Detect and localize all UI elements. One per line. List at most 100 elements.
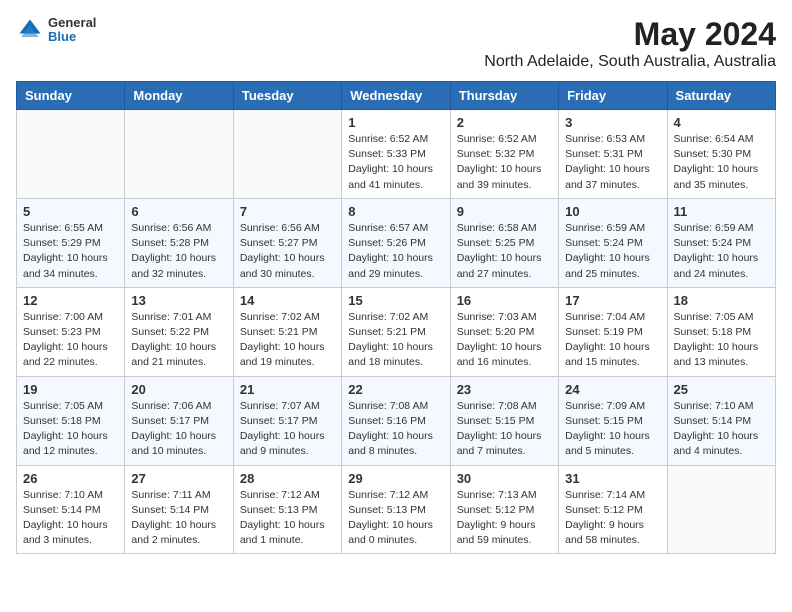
day-content: Sunrise: 7:11 AMSunset: 5:14 PMDaylight:… [131, 488, 226, 549]
day-header-wednesday: Wednesday [342, 82, 450, 110]
calendar-cell: 29 Sunrise: 7:12 AMSunset: 5:13 PMDayligh… [342, 465, 450, 554]
day-info-line: Daylight: 9 hours [457, 519, 536, 531]
day-info-line: Sunset: 5:13 PM [348, 504, 426, 516]
day-info-line: Sunset: 5:15 PM [565, 415, 643, 427]
day-content: Sunrise: 6:52 AMSunset: 5:33 PMDaylight:… [348, 132, 443, 193]
day-content: Sunrise: 7:02 AMSunset: 5:21 PMDaylight:… [240, 310, 335, 371]
day-info-line: and 7 minutes. [457, 445, 526, 457]
day-info-line: Sunrise: 6:55 AM [23, 222, 103, 234]
day-info-line: and 39 minutes. [457, 179, 532, 191]
day-info-line: and 3 minutes. [23, 534, 92, 546]
day-info-line: Daylight: 10 hours [457, 341, 542, 353]
logo-icon [16, 16, 44, 44]
day-info-line: and 19 minutes. [240, 356, 315, 368]
calendar-week-row: 26Sunrise: 7:10 AMSunset: 5:14 PMDayligh… [17, 465, 776, 554]
day-info-line: Sunrise: 7:06 AM [131, 400, 211, 412]
day-info-line: Daylight: 10 hours [131, 519, 216, 531]
logo-blue: Blue [48, 30, 96, 44]
day-info-line: Daylight: 10 hours [348, 252, 433, 264]
day-number: 29 [348, 471, 443, 486]
day-info-line: Sunset: 5:29 PM [23, 237, 101, 249]
calendar-cell [125, 110, 233, 199]
day-number: 16 [457, 293, 552, 308]
day-number: 20 [131, 382, 226, 397]
day-number: 3 [565, 115, 660, 130]
calendar-cell: 6Sunrise: 6:56 AMSunset: 5:28 PMDaylight… [125, 198, 233, 287]
day-content: Sunrise: 7:12 AMSunset: 5:13 PMDaylight:… [240, 488, 335, 549]
day-info-line: Sunrise: 7:12 AM [240, 489, 320, 501]
calendar-cell: 3Sunrise: 6:53 AMSunset: 5:31 PMDaylight… [559, 110, 667, 199]
logo: General Blue [16, 16, 96, 45]
day-info-line: Sunset: 5:17 PM [240, 415, 318, 427]
day-info-line: and 8 minutes. [348, 445, 417, 457]
day-info-line: Sunset: 5:23 PM [23, 326, 101, 338]
day-info-line: Daylight: 10 hours [565, 252, 650, 264]
day-info-line: Daylight: 10 hours [23, 519, 108, 531]
day-info-line: and 35 minutes. [674, 179, 749, 191]
day-content: Sunrise: 7:00 AMSunset: 5:23 PMDaylight:… [23, 310, 118, 371]
day-info-line: and 10 minutes. [131, 445, 206, 457]
day-content: Sunrise: 6:53 AMSunset: 5:31 PMDaylight:… [565, 132, 660, 193]
day-info-line: Daylight: 10 hours [348, 519, 433, 531]
day-info-line: Sunrise: 7:00 AM [23, 311, 103, 323]
day-number: 13 [131, 293, 226, 308]
day-number: 22 [348, 382, 443, 397]
day-info-line: Sunrise: 6:53 AM [565, 133, 645, 145]
day-info-line: Sunrise: 6:52 AM [348, 133, 428, 145]
day-number: 24 [565, 382, 660, 397]
day-info-line: Sunset: 5:19 PM [565, 326, 643, 338]
calendar-cell: 1Sunrise: 6:52 AMSunset: 5:33 PMDaylight… [342, 110, 450, 199]
day-info-line: Sunset: 5:24 PM [565, 237, 643, 249]
day-info-line: Sunset: 5:18 PM [674, 326, 752, 338]
day-info-line: Sunrise: 7:08 AM [457, 400, 537, 412]
logo-general: General [48, 16, 96, 30]
day-info-line: and 25 minutes. [565, 268, 640, 280]
day-info-line: and 24 minutes. [674, 268, 749, 280]
day-number: 8 [348, 204, 443, 219]
calendar-cell: 14Sunrise: 7:02 AMSunset: 5:21 PMDayligh… [233, 287, 341, 376]
day-number: 25 [674, 382, 769, 397]
day-number: 31 [565, 471, 660, 486]
day-info-line: Sunset: 5:12 PM [457, 504, 535, 516]
day-number: 15 [348, 293, 443, 308]
day-number: 9 [457, 204, 552, 219]
day-info-line: and 4 minutes. [674, 445, 743, 457]
day-info-line: Daylight: 10 hours [457, 163, 542, 175]
day-content: Sunrise: 7:12 AMSunset: 5:13 PMDaylight:… [348, 488, 443, 549]
day-info-line: Sunset: 5:31 PM [565, 148, 643, 160]
day-content: Sunrise: 7:03 AMSunset: 5:20 PMDaylight:… [457, 310, 552, 371]
day-info-line: and 58 minutes. [565, 534, 640, 546]
day-content: Sunrise: 7:08 AMSunset: 5:15 PMDaylight:… [457, 399, 552, 460]
day-info-line: Sunrise: 7:07 AM [240, 400, 320, 412]
day-info-line: Daylight: 10 hours [240, 252, 325, 264]
day-content: Sunrise: 6:59 AMSunset: 5:24 PMDaylight:… [674, 221, 769, 282]
day-info-line: Daylight: 10 hours [131, 252, 216, 264]
day-number: 17 [565, 293, 660, 308]
day-info-line: Daylight: 10 hours [23, 430, 108, 442]
day-info-line: and 37 minutes. [565, 179, 640, 191]
day-info-line: Daylight: 10 hours [457, 252, 542, 264]
day-content: Sunrise: 6:57 AMSunset: 5:26 PMDaylight:… [348, 221, 443, 282]
day-info-line: Sunrise: 7:09 AM [565, 400, 645, 412]
day-info-line: Sunset: 5:16 PM [348, 415, 426, 427]
calendar-cell: 30Sunrise: 7:13 AMSunset: 5:12 PMDayligh… [450, 465, 558, 554]
calendar-cell: 26Sunrise: 7:10 AMSunset: 5:14 PMDayligh… [17, 465, 125, 554]
day-content: Sunrise: 7:05 AMSunset: 5:18 PMDaylight:… [23, 399, 118, 460]
day-number: 7 [240, 204, 335, 219]
calendar-cell [667, 465, 775, 554]
day-info-line: Daylight: 10 hours [131, 341, 216, 353]
day-info-line: Sunset: 5:24 PM [674, 237, 752, 249]
day-info-line: Sunrise: 6:58 AM [457, 222, 537, 234]
day-info-line: and 32 minutes. [131, 268, 206, 280]
day-info-line: and 27 minutes. [457, 268, 532, 280]
day-info-line: Sunset: 5:20 PM [457, 326, 535, 338]
day-info-line: Sunrise: 6:56 AM [131, 222, 211, 234]
calendar-cell: 16 Sunrise: 7:03 AMSunset: 5:20 PMDayligh… [450, 287, 558, 376]
day-info-line: Sunset: 5:14 PM [131, 504, 209, 516]
day-info-line: and 59 minutes. [457, 534, 532, 546]
day-info-line: and 21 minutes. [131, 356, 206, 368]
day-info-line: and 18 minutes. [348, 356, 423, 368]
calendar-cell: 31Sunrise: 7:14 AMSunset: 5:12 PMDayligh… [559, 465, 667, 554]
day-info-line: Sunset: 5:33 PM [348, 148, 426, 160]
day-info-line: Sunrise: 7:01 AM [131, 311, 211, 323]
